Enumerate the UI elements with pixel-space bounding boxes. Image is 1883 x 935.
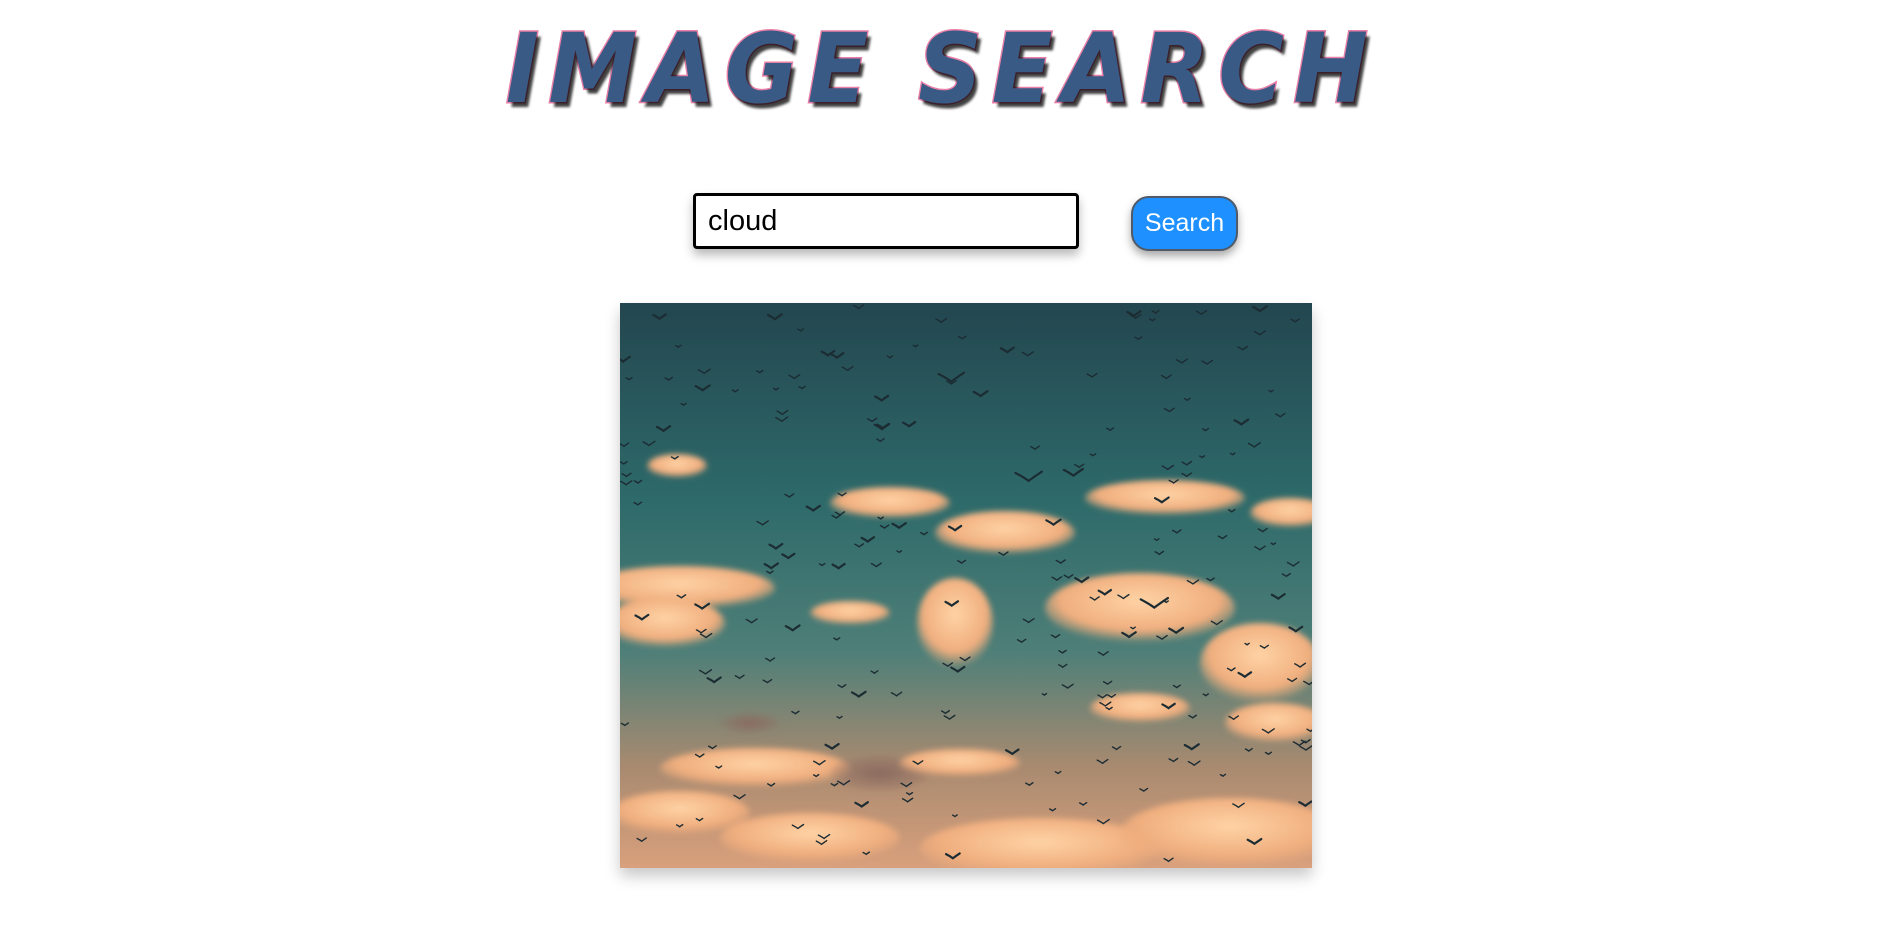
result-image[interactable]: [620, 303, 1312, 868]
sky-birds-image: [620, 303, 1312, 868]
search-input[interactable]: [693, 193, 1079, 249]
page-title: IMAGE SEARCH: [504, 13, 1378, 126]
search-button[interactable]: Search: [1131, 196, 1238, 251]
search-bar: Search: [0, 193, 1883, 255]
